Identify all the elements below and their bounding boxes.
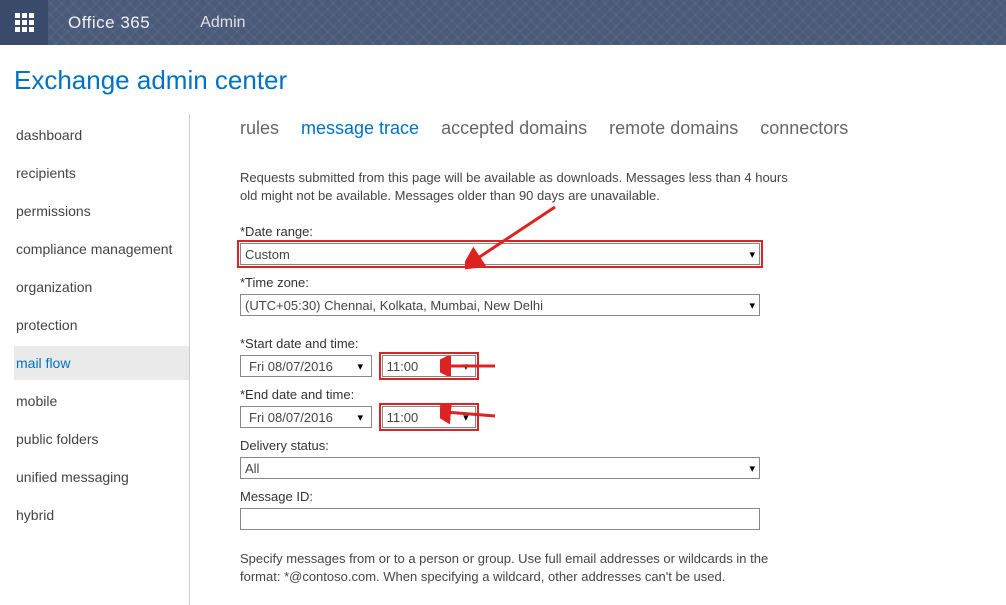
sidebar-item-permissions[interactable]: permissions <box>14 194 189 228</box>
brand-label: Office 365 <box>68 13 150 33</box>
sidebar-item-protection[interactable]: protection <box>14 308 189 342</box>
end-date-select[interactable]: Fri 08/07/2016 ▾ <box>240 406 372 428</box>
sidebar-item-dashboard[interactable]: dashboard <box>14 118 189 152</box>
sidebar-item-unified-messaging[interactable]: unified messaging <box>14 460 189 494</box>
message-id-label: Message ID: <box>240 489 956 504</box>
chevron-down-icon: ▾ <box>749 248 755 261</box>
delivery-status-value: All <box>245 461 259 476</box>
chevron-down-icon: ▾ <box>463 360 469 373</box>
date-range-value: Custom <box>245 247 290 262</box>
sidebar-item-recipients[interactable]: recipients <box>14 156 189 190</box>
top-bar: Office 365 Admin <box>0 0 1006 45</box>
delivery-status-label: Delivery status: <box>240 438 956 453</box>
tab-connectors[interactable]: connectors <box>760 118 848 139</box>
tab-message-trace[interactable]: message trace <box>301 118 419 139</box>
sidebar: dashboard recipients permissions complia… <box>14 114 190 605</box>
tab-accepted-domains[interactable]: accepted domains <box>441 118 587 139</box>
intro-text: Requests submitted from this page will b… <box>240 169 800 204</box>
timezone-label: *Time zone: <box>240 275 956 290</box>
page-title: Exchange admin center <box>0 45 1006 114</box>
waffle-icon <box>15 13 34 32</box>
sidebar-item-mail-flow[interactable]: mail flow <box>14 346 189 380</box>
content: dashboard recipients permissions complia… <box>0 114 1006 605</box>
message-id-input[interactable] <box>240 508 760 530</box>
start-time-value: 11:00 <box>387 359 419 374</box>
tabs: rules message trace accepted domains rem… <box>240 118 956 139</box>
start-date-value: Fri 08/07/2016 <box>249 359 333 374</box>
sidebar-item-compliance[interactable]: compliance management <box>14 232 189 266</box>
tab-remote-domains[interactable]: remote domains <box>609 118 738 139</box>
chevron-down-icon: ▾ <box>357 360 363 373</box>
end-time-value: 11:00 <box>387 410 419 425</box>
start-time-select[interactable]: 11:00 ▾ <box>382 355 476 377</box>
sidebar-item-hybrid[interactable]: hybrid <box>14 498 189 532</box>
chevron-down-icon: ▾ <box>463 411 469 424</box>
sidebar-item-public-folders[interactable]: public folders <box>14 422 189 456</box>
app-label: Admin <box>200 14 245 32</box>
start-datetime-label: *Start date and time: <box>240 336 956 351</box>
main-panel: rules message trace accepted domains rem… <box>190 114 1006 605</box>
end-datetime-label: *End date and time: <box>240 387 956 402</box>
end-date-value: Fri 08/07/2016 <box>249 410 333 425</box>
end-time-select[interactable]: 11:00 ▾ <box>382 406 476 428</box>
date-range-select[interactable]: Custom ▾ <box>240 243 760 265</box>
chevron-down-icon: ▾ <box>749 462 755 475</box>
app-launcher-button[interactable] <box>0 0 48 45</box>
start-date-select[interactable]: Fri 08/07/2016 ▾ <box>240 355 372 377</box>
chevron-down-icon: ▾ <box>749 299 755 312</box>
timezone-value: (UTC+05:30) Chennai, Kolkata, Mumbai, Ne… <box>245 298 543 313</box>
help-text: Specify messages from or to a person or … <box>240 550 800 585</box>
sidebar-item-mobile[interactable]: mobile <box>14 384 189 418</box>
chevron-down-icon: ▾ <box>357 411 363 424</box>
date-range-label: *Date range: <box>240 224 956 239</box>
tab-rules[interactable]: rules <box>240 118 279 139</box>
timezone-select[interactable]: (UTC+05:30) Chennai, Kolkata, Mumbai, Ne… <box>240 294 760 316</box>
sidebar-item-organization[interactable]: organization <box>14 270 189 304</box>
delivery-status-select[interactable]: All ▾ <box>240 457 760 479</box>
